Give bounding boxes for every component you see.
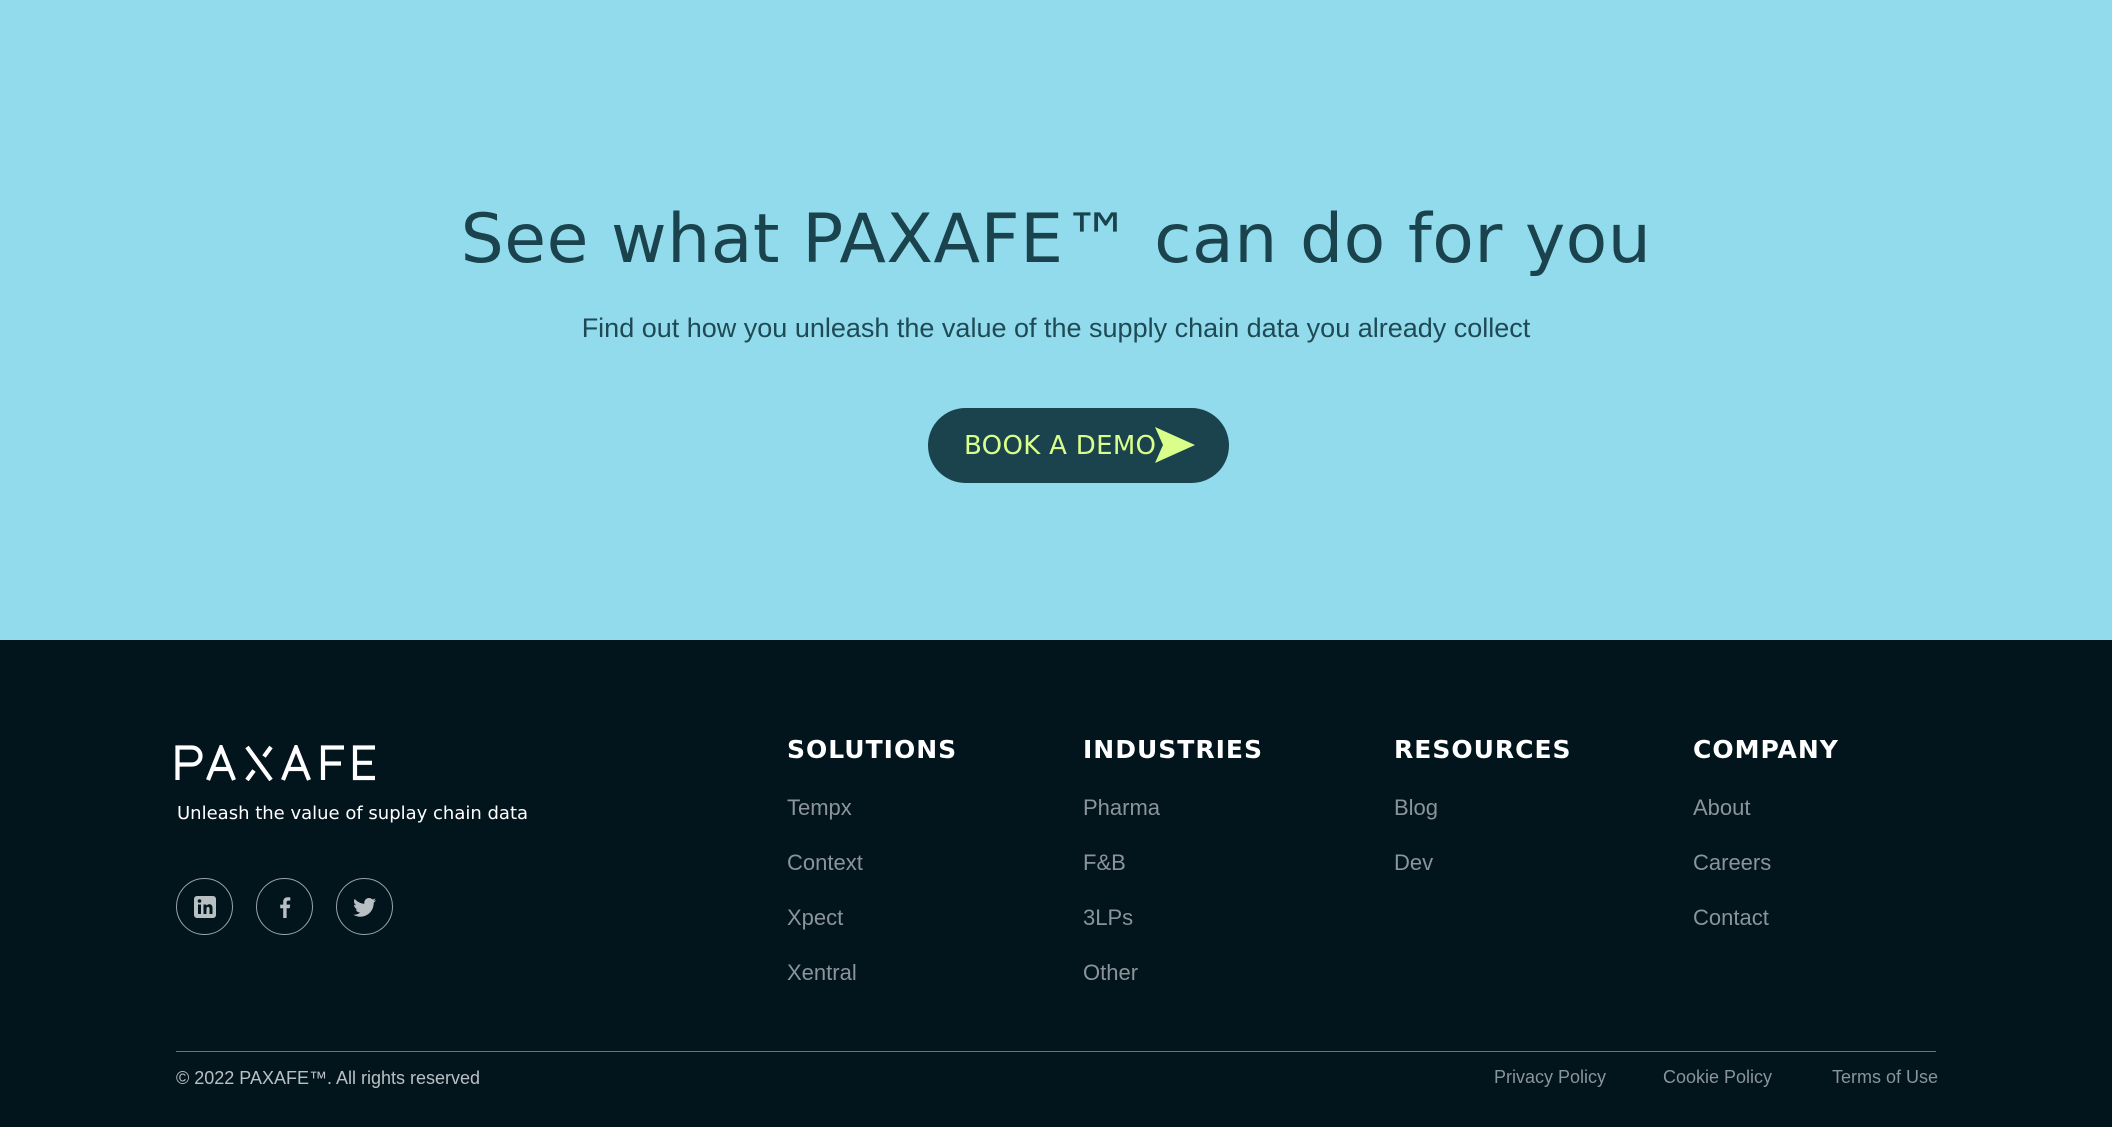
privacy-policy-link[interactable]: Privacy Policy [1494, 1067, 1606, 1088]
footer-link-blog[interactable]: Blog [1394, 793, 1438, 848]
terms-of-use-link[interactable]: Terms of Use [1832, 1067, 1938, 1088]
column-heading: COMPANY [1693, 735, 1839, 764]
footer-link-dev[interactable]: Dev [1394, 848, 1438, 903]
footer-link-other[interactable]: Other [1083, 958, 1160, 1013]
footer-tagline: Unleash the value of suplay chain data [177, 803, 529, 824]
footer-column-company: COMPANY About Careers Contact [1693, 735, 1839, 930]
footer-link-context[interactable]: Context [787, 848, 863, 903]
footer-link-fb[interactable]: F&B [1083, 848, 1160, 903]
column-heading: SOLUTIONS [787, 735, 958, 764]
arrow-right-icon [1155, 427, 1195, 463]
copyright-text: © 2022 PAXAFE™. All rights reserved [176, 1068, 481, 1088]
footer-column-resources: RESOURCES Blog Dev [1394, 735, 1572, 875]
footer-link-xpect[interactable]: Xpect [787, 903, 863, 958]
facebook-link[interactable] [256, 878, 313, 935]
footer-link-tempx[interactable]: Tempx [787, 793, 863, 848]
twitter-link[interactable] [336, 878, 393, 935]
site-footer: Unleash the value of suplay chain data S… [0, 640, 2112, 1127]
footer-link-contact[interactable]: Contact [1693, 903, 1771, 958]
linkedin-icon [193, 895, 216, 918]
book-demo-label: BOOK A DEMO [964, 430, 1157, 461]
page-title: See what PAXAFE™ can do for you [460, 200, 1652, 279]
book-demo-button[interactable]: BOOK A DEMO [928, 408, 1229, 483]
footer-link-about[interactable]: About [1693, 793, 1771, 848]
footer-column-industries: INDUSTRIES Pharma F&B 3LPs Other [1083, 735, 1263, 985]
cta-subtitle: Find out how you unleash the value of th… [581, 313, 1531, 343]
footer-link-3lps[interactable]: 3LPs [1083, 903, 1160, 958]
twitter-icon [352, 897, 376, 917]
linkedin-link[interactable] [176, 878, 233, 935]
footer-column-solutions: SOLUTIONS Tempx Context Xpect Xentral [787, 735, 958, 985]
demo-cta-section: See what PAXAFE™ can do for you Find out… [0, 0, 2112, 640]
footer-link-pharma[interactable]: Pharma [1083, 793, 1160, 848]
footer-link-careers[interactable]: Careers [1693, 848, 1771, 903]
footer-divider [176, 1051, 1936, 1052]
column-heading: RESOURCES [1394, 735, 1572, 764]
column-heading: INDUSTRIES [1083, 735, 1263, 764]
facebook-icon [279, 896, 290, 918]
footer-link-xentral[interactable]: Xentral [787, 958, 863, 1013]
paxafe-logo[interactable] [175, 745, 377, 781]
cookie-policy-link[interactable]: Cookie Policy [1663, 1067, 1772, 1088]
